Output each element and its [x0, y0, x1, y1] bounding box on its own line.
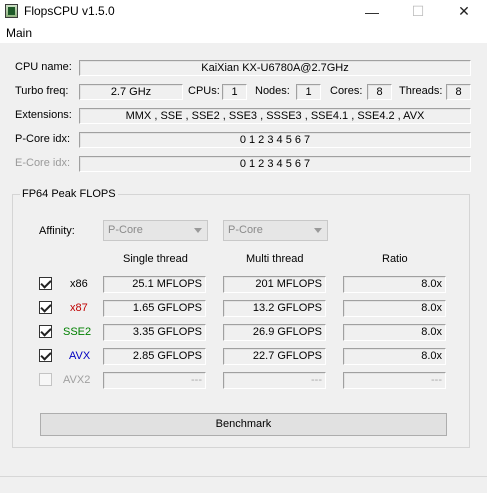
turbo-freq-label: Turbo freq: [15, 85, 69, 97]
chevron-down-icon [194, 228, 202, 233]
app-icon [5, 4, 18, 18]
col-header-multi: Multi thread [246, 253, 304, 265]
ratio-avx2: --- [343, 372, 446, 389]
ratio-avx: 8.0x [343, 348, 446, 365]
multi-thread-avx: 22.7 GFLOPS [223, 348, 326, 365]
minimize-button[interactable]: — [349, 0, 395, 23]
menu-main[interactable]: Main [6, 26, 32, 40]
row-label-x86: x86 [70, 278, 88, 290]
threads-field: 8 [446, 84, 471, 100]
extensions-field: MMX , SSE , SSE2 , SSE3 , SSSE3 , SSE4.1… [79, 108, 471, 124]
close-button[interactable]: ✕ [441, 0, 487, 23]
multi-thread-avx2: --- [223, 372, 326, 389]
affinity-single-select[interactable]: P-Core [103, 220, 208, 241]
multi-thread-x86: 201 MFLOPS [223, 276, 326, 293]
affinity-single-value: P-Core [108, 224, 143, 236]
affinity-multi-value: P-Core [228, 224, 263, 236]
ratio-sse2: 8.0x [343, 324, 446, 341]
checkbox-x87[interactable] [39, 301, 52, 314]
single-thread-x87: 1.65 GFLOPS [103, 300, 206, 317]
ecore-idx-label: E-Core idx: [15, 157, 71, 169]
checkbox-avx[interactable] [39, 349, 52, 362]
row-label-sse2: SSE2 [63, 326, 92, 338]
nodes-label: Nodes: [255, 85, 290, 97]
row-label-avx: AVX [69, 350, 91, 362]
checkbox-avx2[interactable] [39, 373, 52, 386]
title-bar: FlopsCPU v1.5.0 — ☐ ✕ [0, 0, 487, 23]
single-thread-avx: 2.85 GFLOPS [103, 348, 206, 365]
col-header-ratio: Ratio [382, 253, 408, 265]
benchmark-button[interactable]: Benchmark [40, 413, 447, 436]
cores-label: Cores: [330, 85, 363, 97]
maximize-button[interactable]: ☐ [395, 0, 441, 23]
col-header-single: Single thread [123, 253, 188, 265]
cpus-field: 1 [222, 84, 247, 100]
row-label-avx2: AVX2 [63, 374, 91, 386]
status-bar [0, 476, 487, 493]
checkbox-x86[interactable] [39, 277, 52, 290]
turbo-freq-field: 2.7 GHz [79, 84, 183, 100]
fp64-group-title: FP64 Peak FLOPS [20, 188, 118, 200]
cpus-label: CPUs: [188, 85, 220, 97]
window-title: FlopsCPU v1.5.0 [24, 4, 115, 18]
maximize-icon: ☐ [411, 3, 425, 19]
menu-bar: Main [0, 23, 487, 43]
single-thread-sse2: 3.35 GFLOPS [103, 324, 206, 341]
cpu-name-label: CPU name: [15, 61, 72, 73]
multi-thread-x87: 13.2 GFLOPS [223, 300, 326, 317]
pcore-idx-label: P-Core idx: [15, 133, 71, 145]
minimize-icon: — [365, 3, 379, 20]
nodes-field: 1 [296, 84, 321, 100]
cores-field: 8 [367, 84, 392, 100]
ratio-x86: 8.0x [343, 276, 446, 293]
single-thread-avx2: --- [103, 372, 206, 389]
close-icon: ✕ [458, 3, 470, 19]
cpu-name-field: KaiXian KX-U6780A@2.7GHz [79, 60, 471, 76]
ecore-idx-field: 0 1 2 3 4 5 6 7 [79, 156, 471, 172]
extensions-label: Extensions: [15, 109, 72, 121]
ratio-x87: 8.0x [343, 300, 446, 317]
affinity-multi-select[interactable]: P-Core [223, 220, 328, 241]
multi-thread-sse2: 26.9 GFLOPS [223, 324, 326, 341]
threads-label: Threads: [399, 85, 443, 97]
row-label-x87: x87 [70, 302, 88, 314]
chevron-down-icon [314, 228, 322, 233]
pcore-idx-field: 0 1 2 3 4 5 6 7 [79, 132, 471, 148]
single-thread-x86: 25.1 MFLOPS [103, 276, 206, 293]
checkbox-sse2[interactable] [39, 325, 52, 338]
affinity-label: Affinity: [39, 225, 75, 237]
